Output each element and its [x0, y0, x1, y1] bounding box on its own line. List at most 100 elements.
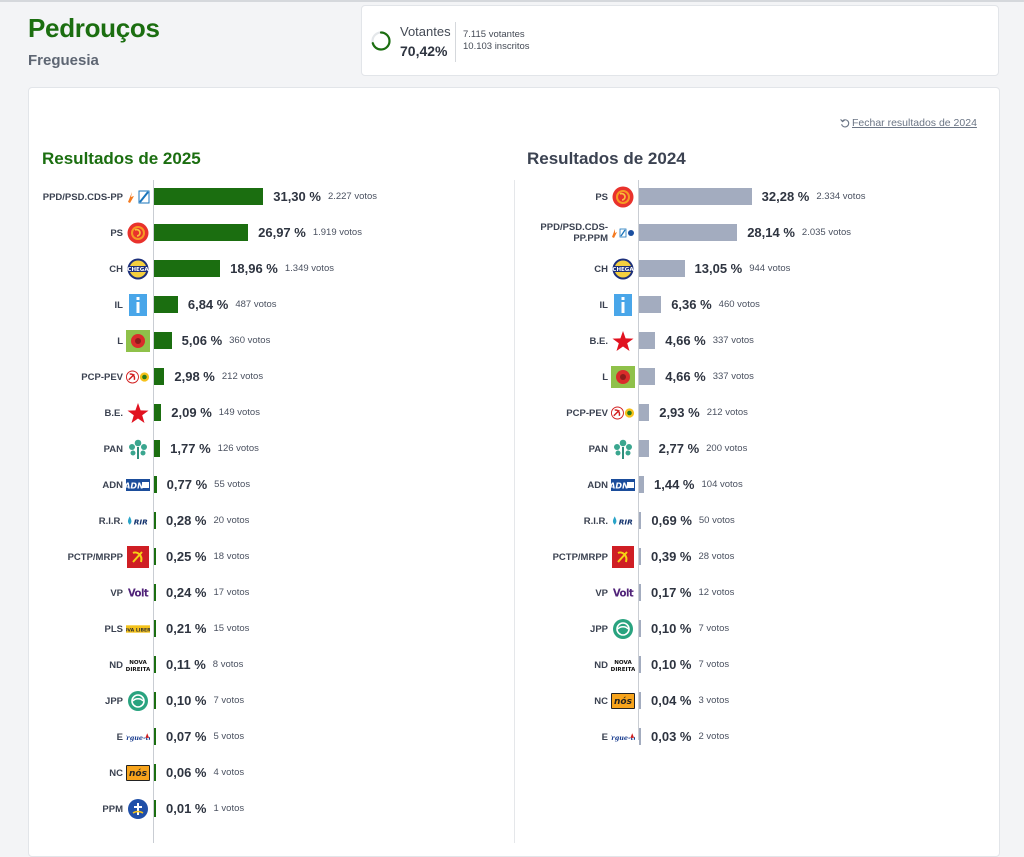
result-bar [639, 404, 650, 421]
result-votes: 104 votos [701, 479, 743, 490]
result-percentage: 0,01 % [166, 801, 207, 816]
results-2024-title: Resultados de 2024 [527, 149, 686, 168]
result-bar [639, 476, 645, 493]
result-bar [639, 224, 738, 241]
result-percentage: 4,66 % [665, 369, 706, 384]
result-bar [154, 764, 156, 781]
page-subtitle: Freguesia [28, 52, 99, 69]
result-votes: 1 votos [213, 803, 245, 814]
party-label: L [602, 372, 608, 383]
svg-text:Volt: Volt [613, 589, 634, 600]
party-row: NC nós 0,06 % 4 votos [0, 755, 1024, 791]
result-percentage: 0,03 % [651, 729, 692, 744]
result-bar [639, 548, 641, 565]
result-votes: 12 votos [698, 587, 735, 598]
turnout-registered: 10.103 inscritos [463, 41, 530, 52]
result-votes: 2 votos [698, 731, 730, 742]
svg-text:RIR: RIR [619, 518, 633, 527]
jpp-icon [611, 618, 635, 640]
il-icon [611, 294, 635, 316]
result-bar [639, 584, 641, 601]
party-row: EErgue-te 0,03 % 2 votos [0, 719, 1024, 755]
result-votes: 3 votos [698, 695, 730, 706]
result-bar [639, 188, 752, 205]
turnout-label: Votantes [400, 24, 451, 39]
party-row: PPD/PSD.CDS- PP.PPM 28,14 % 2.035 votos [0, 215, 1024, 251]
turnout-progress-ring [371, 31, 391, 51]
result-votes: 944 votos [749, 263, 791, 274]
result-bar [639, 620, 641, 637]
result-votes: 212 votos [706, 407, 748, 418]
party-row: CH CHEGA 13,05 % 944 votos [0, 251, 1024, 287]
result-percentage: 6,36 % [671, 297, 712, 312]
result-percentage: 0,04 % [651, 693, 692, 708]
party-row: PAN 2,77 % 200 votos [0, 431, 1024, 467]
result-votes: 337 votos [712, 371, 754, 382]
party-row: JPP 0,10 % 7 votos [0, 611, 1024, 647]
close-link-label: Fechar resultados de 2024 [852, 117, 977, 129]
ppm-icon [126, 798, 150, 820]
party-label: R.I.R. [583, 516, 608, 527]
party-row: ND NOVA DIREITA 0,10 % 7 votos [0, 647, 1024, 683]
svg-text:nós: nós [129, 768, 148, 779]
result-percentage: 4,66 % [665, 333, 706, 348]
result-votes: 2.334 votos [816, 191, 866, 202]
svg-text:DIREITA: DIREITA [611, 667, 635, 672]
result-percentage: 0,10 % [651, 621, 692, 636]
result-percentage: 0,39 % [651, 549, 692, 564]
svg-text:NOVA: NOVA [614, 660, 632, 666]
result-percentage: 0,17 % [651, 585, 692, 600]
close-2024-results-link[interactable]: Fechar resultados de 2024 [840, 117, 977, 129]
turnout-divider [455, 22, 456, 62]
party-row: ADN ADN 1,44 % 104 votos [0, 467, 1024, 503]
party-row: B.E. 4,66 % 337 votos [0, 323, 1024, 359]
result-votes: 7 votos [698, 659, 730, 670]
top-border [0, 0, 1024, 2]
result-bar [639, 368, 656, 385]
party-label: PAN [588, 444, 608, 455]
result-percentage: 1,44 % [654, 477, 695, 492]
nova-direita-icon: NOVA DIREITA [611, 654, 635, 676]
party-label: ND [594, 660, 608, 671]
party-label: PCP-PEV [566, 408, 608, 419]
party-label-line: PP.PPM [573, 233, 608, 244]
svg-text:ADN: ADN [611, 482, 629, 491]
pan-tree-icon [611, 438, 635, 460]
party-row: NC nós 0,04 % 3 votos [0, 683, 1024, 719]
result-percentage: 32,28 % [761, 189, 810, 204]
result-percentage: 0,06 % [166, 765, 207, 780]
livre-icon [611, 366, 635, 388]
party-label: VP [595, 588, 608, 599]
result-bar [639, 296, 662, 313]
be-star-icon [611, 330, 635, 352]
svg-text:nós: nós [614, 696, 633, 707]
party-row: PCTP/MRPP 0,39 % 28 votos [0, 539, 1024, 575]
party-label: IL [599, 300, 608, 311]
party-row: R.I.R. RIR 0,69 % 50 votos [0, 503, 1024, 539]
adn-icon: ADN [611, 474, 635, 496]
result-votes: 28 votos [698, 551, 735, 562]
party-label: JPP [590, 624, 608, 635]
result-bar [154, 800, 156, 817]
party-label-line: PPD/PSD.CDS- [540, 222, 608, 233]
pctp-icon [611, 546, 635, 568]
result-bar [639, 728, 641, 745]
result-votes: 50 votos [698, 515, 735, 526]
party-label: NC [109, 768, 123, 779]
svg-text:CHEGA: CHEGA [612, 267, 634, 273]
party-label: ADN [587, 480, 608, 491]
result-votes: 4 votos [213, 767, 245, 778]
result-bar [639, 512, 642, 529]
party-row: PS 32,28 % 2.334 votos [0, 179, 1024, 215]
result-percentage: 0,10 % [651, 657, 692, 672]
party-label: CH [594, 264, 608, 275]
result-votes: 337 votos [712, 335, 754, 346]
results-2025-title: Resultados de 2025 [42, 149, 201, 168]
ergue-te-icon: Ergue-te [611, 726, 635, 748]
result-votes: 7 votos [698, 623, 730, 634]
party-row: PCP-PEV 2,93 % 212 votos [0, 395, 1024, 431]
party-label: NC [594, 696, 608, 707]
pcp-pev-icon [611, 402, 635, 424]
party-label: PPM [102, 804, 123, 815]
turnout-card: Votantes 70,42% 7.115 votantes 10.103 in… [361, 5, 999, 76]
